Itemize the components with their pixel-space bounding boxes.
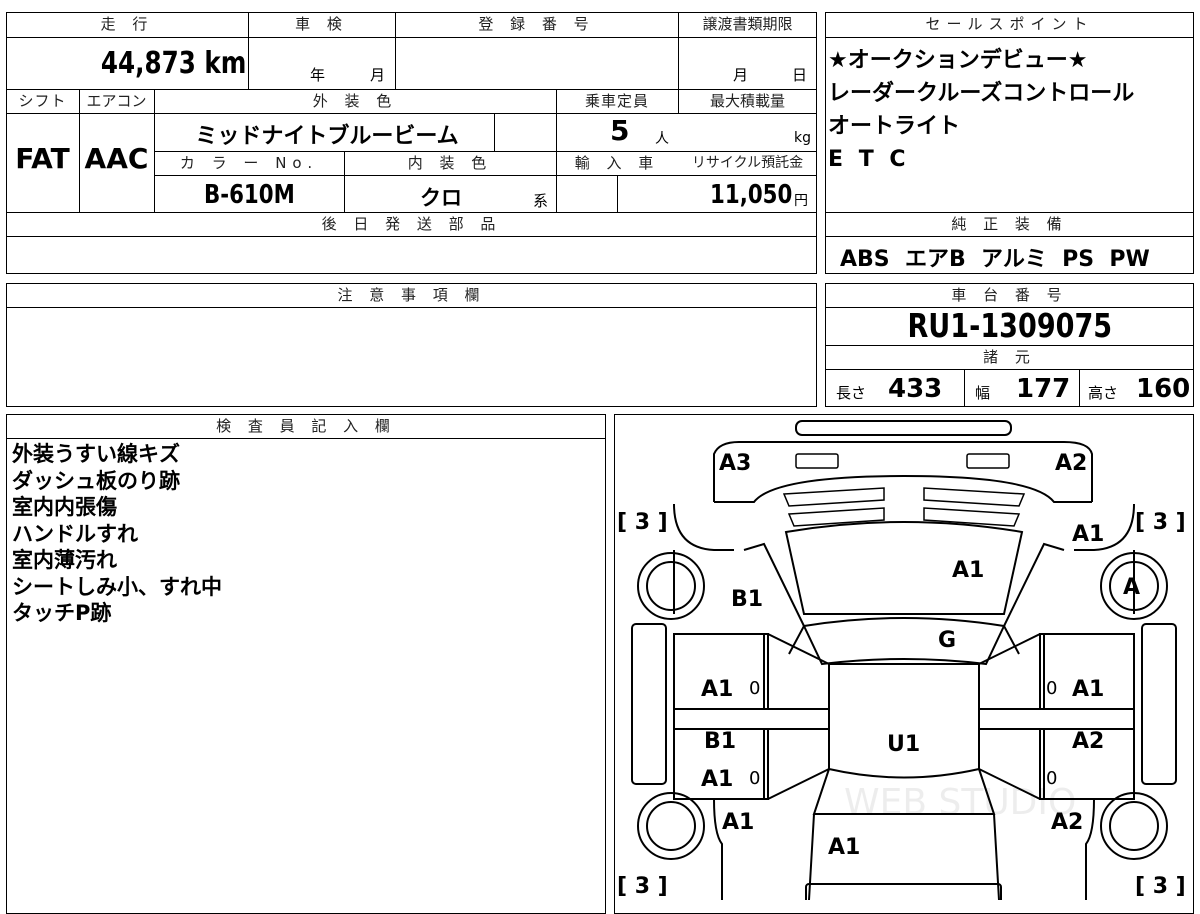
capacity-label: 乗車定員	[584, 92, 649, 110]
transfer-month: 月	[733, 66, 749, 84]
mileage-value: 44,873 km	[100, 46, 246, 81]
standard-equipment-label: 純 正 装 備	[951, 215, 1068, 233]
damage-hood: A1	[828, 835, 861, 860]
inspector-note: 外装うすい線キズ	[12, 442, 180, 466]
ac-label: エアコン	[86, 92, 147, 110]
sales-points-label: セールスポイント	[925, 15, 1094, 33]
damage-left-rear-door: A1	[701, 677, 734, 702]
sales-point-item: E T C	[828, 147, 910, 172]
dent-zero: 0	[749, 678, 760, 699]
specs-label: 諸 元	[983, 348, 1036, 366]
damage-right-rear-wheel: A	[1123, 575, 1141, 600]
registration-label: 登 録 番 号	[478, 15, 595, 33]
height-label: 高さ	[1088, 384, 1119, 402]
inspector-note: 室内薄汚れ	[12, 548, 117, 572]
length-value: 433	[888, 374, 943, 404]
damage-rear-right: A2	[1055, 451, 1088, 476]
inspection-year: 年	[310, 66, 326, 84]
damage-left-fender: A1	[722, 810, 755, 835]
chassis-number-value: RU1-1309075	[907, 306, 1112, 345]
sales-point-item: ★オークションデビュー★	[828, 48, 1088, 73]
width-label: 幅	[975, 384, 991, 402]
mileage-label: 走 行	[100, 15, 154, 33]
inspector-note: タッチP跡	[12, 601, 112, 625]
standard-equipment-value: ABS エアB アルミ PS PW	[840, 247, 1150, 272]
width-value: 177	[1016, 374, 1071, 404]
capacity-value: 5	[610, 114, 630, 147]
max-load-label: 最大積載量	[709, 92, 785, 110]
chassis-number-label: 車 台 番 号	[951, 286, 1068, 304]
color-no-value: B-610M	[203, 180, 295, 210]
capacity-unit: 人	[655, 131, 669, 147]
damage-right-front-door: A2	[1072, 729, 1105, 754]
damage-center: U1	[887, 732, 921, 757]
damage-rear-left: A3	[719, 451, 752, 476]
inspector-note: 室内内張傷	[12, 495, 117, 519]
ac-value: AAC	[84, 142, 149, 175]
damage-left-front-door-upper: B1	[704, 729, 737, 754]
recycle-deposit-value: 11,050	[709, 180, 792, 210]
max-load-unit: kg	[794, 130, 811, 146]
damage-right-rear-door: A1	[1072, 677, 1105, 702]
damage-right-fender: A2	[1051, 810, 1084, 835]
tire-mark-front-left: [ 3 ]	[617, 874, 668, 899]
dent-zero: 0	[1046, 678, 1057, 699]
inspection-label: 車 検	[295, 15, 348, 33]
inspector-note: ハンドルすれ	[12, 521, 138, 546]
inspector-notes-list: 外装うすい線キズ ダッシュ板のり跡 室内内張傷 ハンドルすれ 室内薄汚れ シート…	[12, 441, 602, 627]
damage-right-rear-quarter: A1	[1072, 522, 1105, 547]
tire-mark-rear-left: [ 3 ]	[617, 510, 668, 535]
exterior-color-value: ミッドナイトブルービーム	[195, 124, 459, 149]
interior-color-value: クロ	[420, 186, 462, 210]
inspector-label: 検 査 員 記 入 欄	[216, 417, 396, 435]
watermark: WEB STUDIO	[844, 782, 1076, 823]
tire-mark-front-right: [ 3 ]	[1135, 874, 1186, 899]
notes-label: 注 意 事 項 欄	[337, 286, 486, 304]
inspector-note: シートしみ小、すれ中	[12, 574, 222, 599]
color-no-label: カ ラ ー No.	[179, 154, 319, 172]
exterior-color-label: 外 装 色	[312, 92, 398, 110]
transfer-deadline-label: 譲渡書類期限	[702, 15, 793, 33]
import-label: 輸 入 車	[574, 154, 660, 172]
shift-label: シフト	[18, 92, 67, 110]
recycle-deposit-unit: 円	[794, 193, 808, 209]
damage-glass: G	[938, 628, 957, 653]
height-value: 160	[1136, 374, 1191, 404]
transfer-day: 日	[792, 66, 808, 84]
interior-color-label: 内 装 色	[407, 154, 493, 172]
length-label: 長さ	[836, 384, 867, 402]
recycle-deposit-label: リサイクル預託金	[691, 155, 804, 171]
shift-value: FAT	[15, 142, 70, 175]
sales-points-list: ★オークションデビュー★ レーダークルーズコントロール オートライト E T C	[828, 44, 1190, 176]
tire-mark-rear-right: [ 3 ]	[1135, 510, 1186, 535]
car-diagram: 0 0 0 0 WEB STUDIO	[631, 420, 1177, 900]
damage-left-rear-quarter: B1	[731, 587, 764, 612]
later-parts-label: 後 日 発 送 部 品	[321, 215, 502, 233]
dent-zero: 0	[749, 768, 760, 789]
sales-point-item: レーダークルーズコントロール	[828, 81, 1135, 106]
inspector-note: ダッシュ板のり跡	[12, 468, 180, 493]
interior-color-suffix: 系	[533, 192, 549, 210]
sales-point-item: オートライト	[828, 114, 961, 139]
inspection-month: 月	[370, 66, 386, 84]
damage-left-front-door: A1	[701, 767, 734, 792]
damage-roof: A1	[952, 558, 985, 583]
